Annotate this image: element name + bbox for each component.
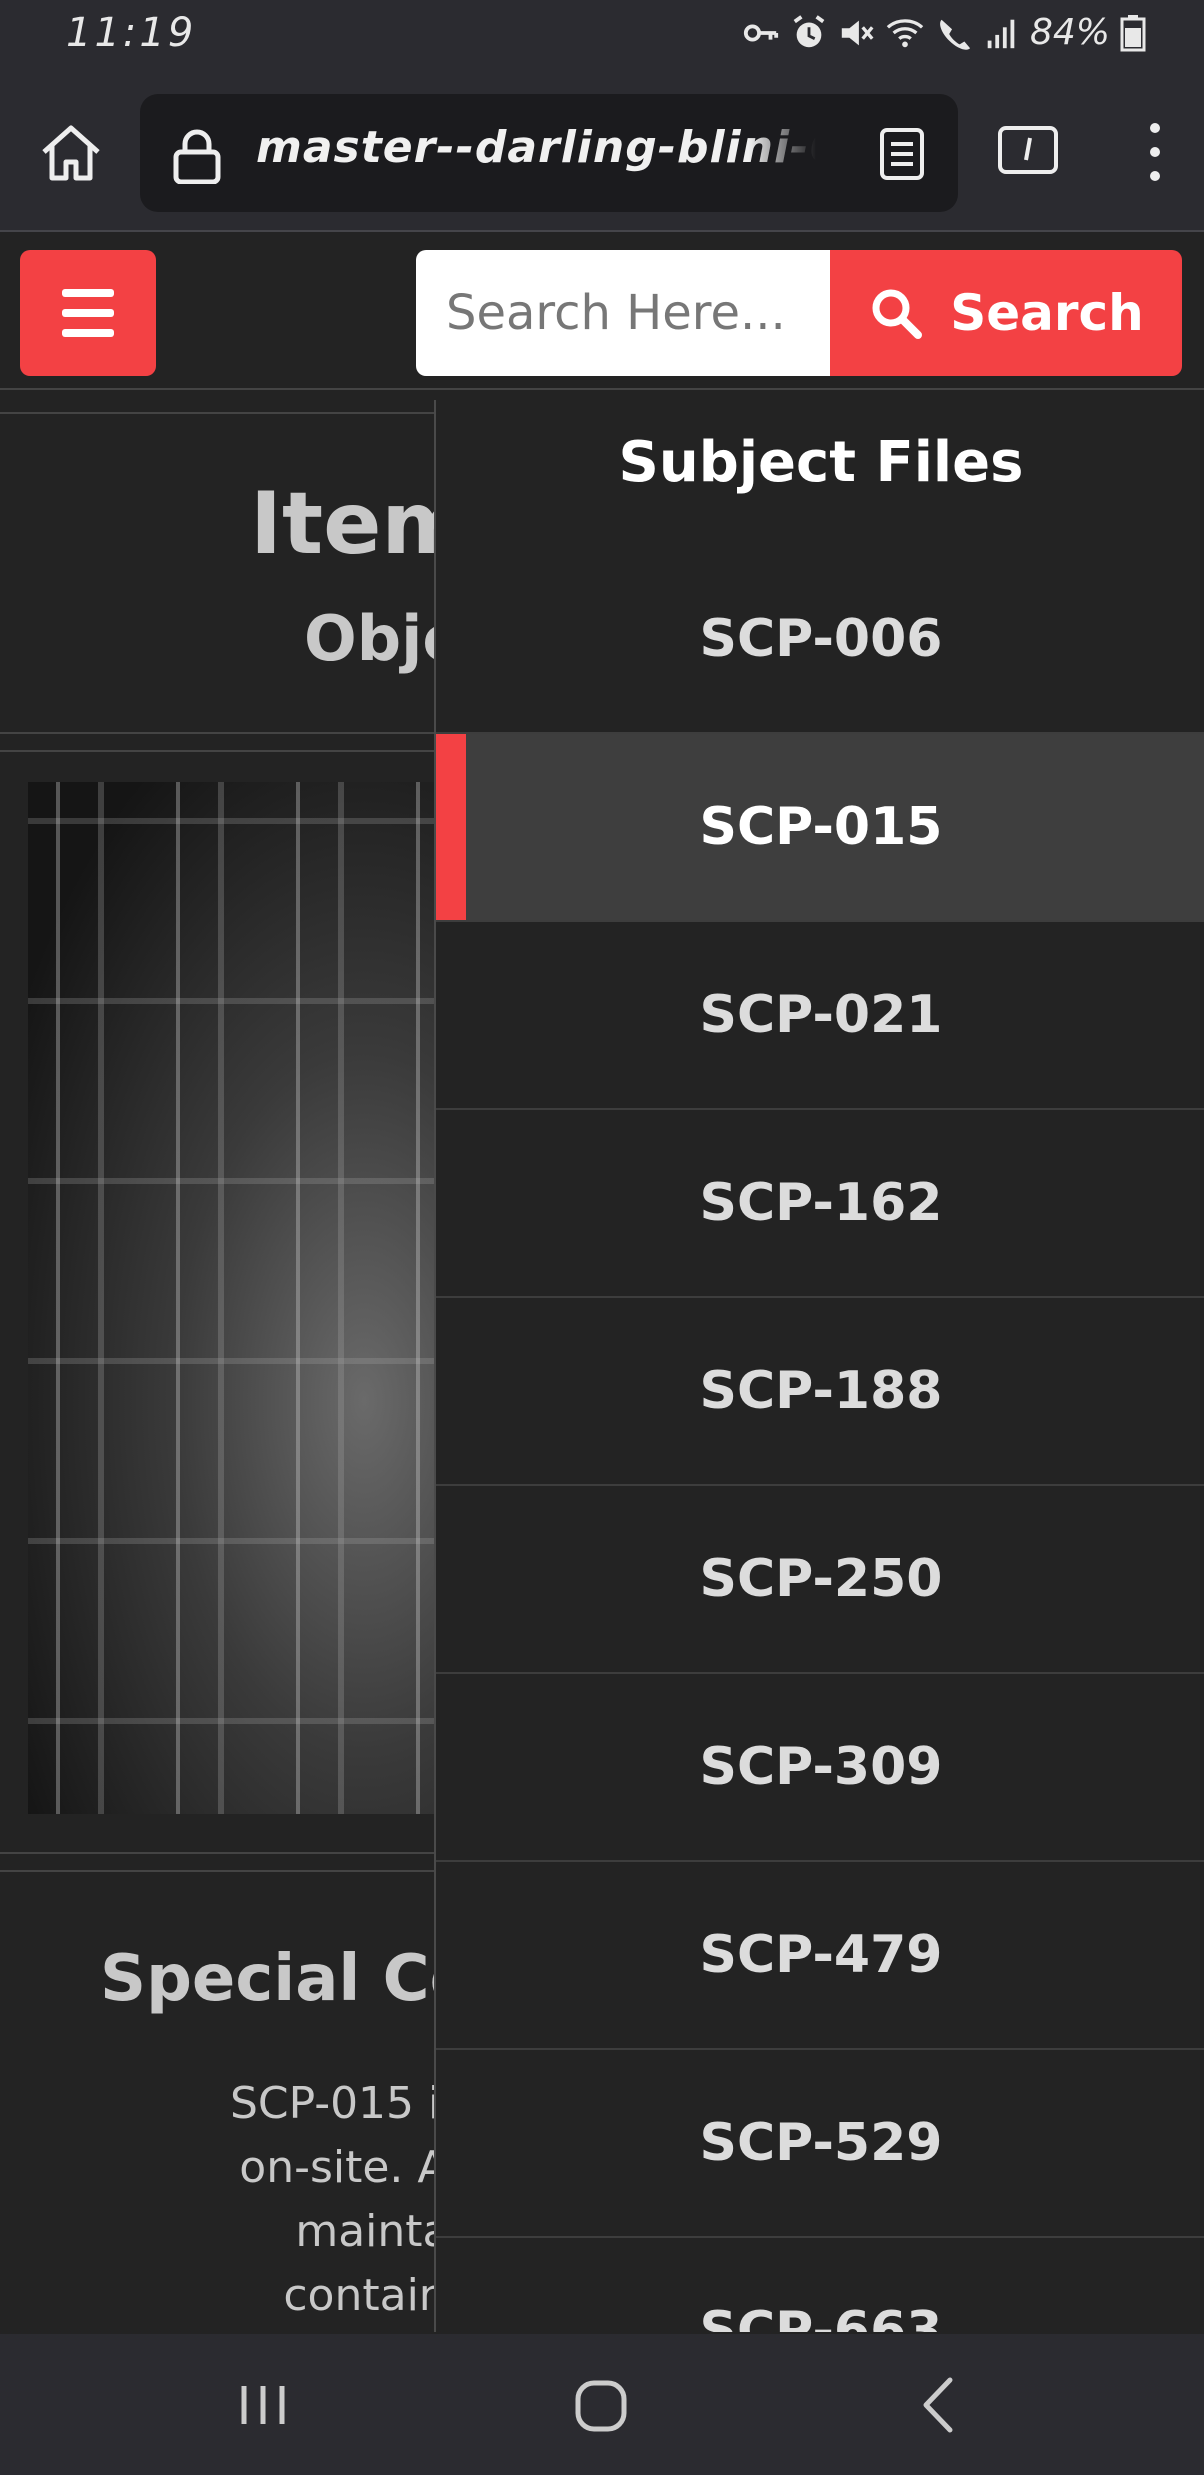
menu-bar: [62, 309, 114, 317]
vpn-key-icon: [743, 23, 779, 42]
recent-apps-icon[interactable]: [236, 2378, 290, 2432]
home-icon[interactable]: [36, 118, 106, 188]
subject-item[interactable]: SCP-006: [436, 546, 1204, 734]
browser-toolbar: master--darling-blini-6eb: [0, 72, 1204, 232]
subject-item[interactable]: SCP-021: [436, 922, 1204, 1110]
subject-item[interactable]: SCP-188: [436, 1298, 1204, 1486]
menu-bar: [62, 329, 114, 337]
home-nav-icon[interactable]: [574, 2378, 628, 2434]
battery-percent: 84%: [1029, 12, 1110, 53]
reader-mode-icon[interactable]: [872, 124, 932, 184]
more-options-icon[interactable]: [1140, 116, 1170, 188]
system-nav-bar: [0, 2334, 1204, 2475]
hamburger-menu-button[interactable]: [20, 250, 156, 376]
menu-bar: [62, 289, 114, 297]
search-icon: [872, 289, 923, 339]
status-bar: 11:19 84%: [0, 0, 1204, 72]
drawer-title: Subject Files: [618, 430, 1024, 495]
subject-item[interactable]: SCP-162: [436, 1110, 1204, 1298]
subject-item-active[interactable]: SCP-015: [436, 734, 1204, 922]
wifi-icon: [886, 18, 924, 47]
mute-icon: [841, 20, 874, 45]
tabs-icon[interactable]: [996, 124, 1060, 176]
status-icons: 84%: [742, 12, 1146, 53]
site-header: Search: [0, 234, 1204, 390]
alarm-icon: [793, 14, 825, 47]
wifi-calling-icon: [940, 19, 971, 50]
subject-list: SCP-006 SCP-015 SCP-021 SCP-162 SCP-188 …: [436, 546, 1204, 2332]
subject-item[interactable]: SCP-309: [436, 1674, 1204, 1862]
lock-icon[interactable]: [170, 128, 224, 184]
address-bar[interactable]: master--darling-blini-6eb: [140, 94, 958, 212]
search-button-label: Search: [950, 284, 1144, 342]
battery-icon: [1120, 14, 1146, 51]
url-text[interactable]: master--darling-blini-6eb: [256, 122, 816, 173]
status-time: 11:19: [66, 10, 197, 56]
search-button[interactable]: Search: [830, 250, 1182, 376]
subject-item[interactable]: SCP-479: [436, 1862, 1204, 2050]
search-input[interactable]: [416, 250, 832, 376]
subject-item[interactable]: SCP-663: [436, 2238, 1204, 2332]
subject-item[interactable]: SCP-529: [436, 2050, 1204, 2238]
subject-files-drawer: Subject Files SCP-006 SCP-015 SCP-021 SC…: [434, 400, 1204, 2332]
back-icon[interactable]: [918, 2374, 958, 2436]
signal-icon: [987, 19, 1015, 48]
subject-item[interactable]: SCP-250: [436, 1486, 1204, 1674]
